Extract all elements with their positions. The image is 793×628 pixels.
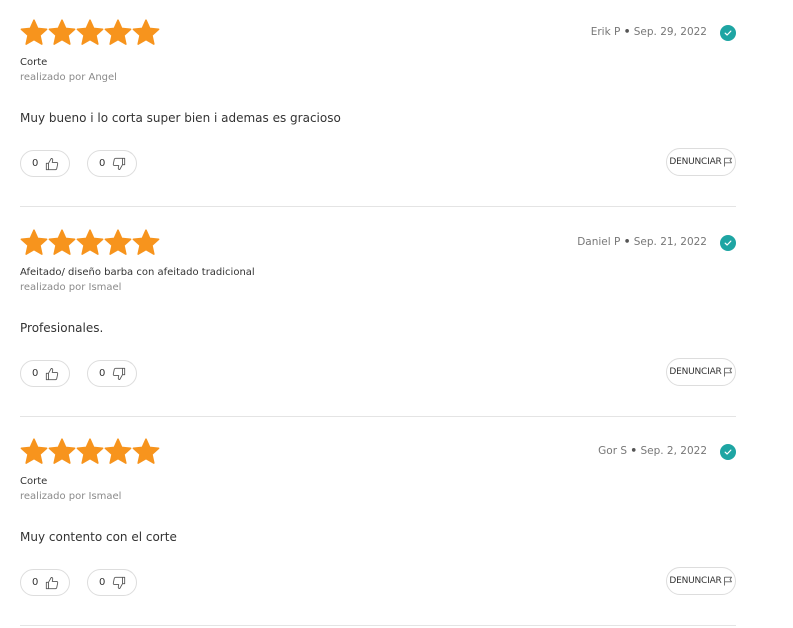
review-date: Sep. 29, 2022 — [633, 26, 707, 38]
report-button[interactable]: DENUNCIAR — [666, 567, 736, 595]
meta-separator: • — [623, 236, 631, 248]
thumbs-down-icon — [113, 367, 126, 380]
flag-icon — [723, 367, 732, 377]
dislike-button[interactable]: 0 — [87, 360, 137, 387]
dislike-button[interactable]: 0 — [87, 569, 137, 596]
thumbs-up-icon — [46, 367, 59, 380]
thumbs-up-icon — [46, 576, 59, 589]
verified-checkmark-icon — [720, 444, 736, 460]
like-button[interactable]: 0 — [20, 569, 70, 596]
star-icon — [20, 19, 48, 45]
service-name: Corte — [20, 57, 48, 68]
service-name: Afeitado/ diseño barba con afeitado trad… — [20, 267, 255, 278]
report-label: DENUNCIAR — [669, 157, 722, 167]
star-icon — [104, 19, 132, 45]
service-name: Corte — [20, 476, 48, 487]
report-label: DENUNCIAR — [669, 367, 722, 377]
thumbs-down-icon — [113, 157, 126, 170]
review-text: Muy bueno i lo corta super bien i ademas… — [20, 111, 341, 125]
star-icon — [132, 229, 160, 255]
like-count: 0 — [32, 577, 39, 588]
star-icon — [48, 438, 76, 464]
like-button[interactable]: 0 — [20, 150, 70, 177]
review-date: Sep. 21, 2022 — [633, 236, 707, 248]
review-meta: Erik P • Sep. 29, 2022 — [591, 26, 707, 38]
performed-by: realizado por Ismael — [20, 491, 122, 502]
meta-separator: • — [630, 445, 638, 457]
star-rating — [20, 19, 160, 47]
star-rating — [20, 229, 160, 257]
review-date: Sep. 2, 2022 — [640, 445, 707, 457]
star-rating — [20, 438, 160, 466]
performed-by: realizado por Ismael — [20, 282, 122, 293]
like-count: 0 — [32, 158, 39, 169]
review-meta: Daniel P • Sep. 21, 2022 — [577, 236, 707, 248]
star-icon — [76, 19, 104, 45]
star-icon — [20, 438, 48, 464]
dislike-count: 0 — [99, 368, 106, 379]
like-count: 0 — [32, 368, 39, 379]
review-text: Profesionales. — [20, 321, 104, 335]
flag-icon — [723, 157, 732, 167]
performed-by: realizado por Angel — [20, 72, 117, 83]
review-card: Erik P • Sep. 29, 2022 Corte realizado p… — [20, 19, 736, 207]
verified-checkmark-icon — [720, 25, 736, 41]
thumbs-up-icon — [46, 157, 59, 170]
review-card: Daniel P • Sep. 21, 2022 Afeitado/ diseñ… — [20, 229, 736, 417]
verified-checkmark-icon — [720, 235, 736, 251]
star-icon — [48, 19, 76, 45]
dislike-count: 0 — [99, 577, 106, 588]
review-meta: Gor S • Sep. 2, 2022 — [598, 445, 707, 457]
star-icon — [76, 438, 104, 464]
like-button[interactable]: 0 — [20, 360, 70, 387]
meta-separator: • — [623, 26, 631, 38]
star-icon — [104, 229, 132, 255]
review-card: Gor S • Sep. 2, 2022 Corte realizado por… — [20, 438, 736, 626]
report-button[interactable]: DENUNCIAR — [666, 148, 736, 176]
review-text: Muy contento con el corte — [20, 530, 177, 544]
star-icon — [76, 229, 104, 255]
review-author: Erik P — [590, 26, 621, 38]
star-icon — [132, 19, 160, 45]
review-author: Gor S — [598, 445, 628, 457]
flag-icon — [723, 576, 732, 586]
review-author: Daniel P — [577, 236, 621, 248]
star-icon — [48, 229, 76, 255]
thumbs-down-icon — [113, 576, 126, 589]
star-icon — [104, 438, 132, 464]
star-icon — [20, 229, 48, 255]
dislike-count: 0 — [99, 158, 106, 169]
report-button[interactable]: DENUNCIAR — [666, 358, 736, 386]
dislike-button[interactable]: 0 — [87, 150, 137, 177]
report-label: DENUNCIAR — [669, 576, 722, 586]
star-icon — [132, 438, 160, 464]
